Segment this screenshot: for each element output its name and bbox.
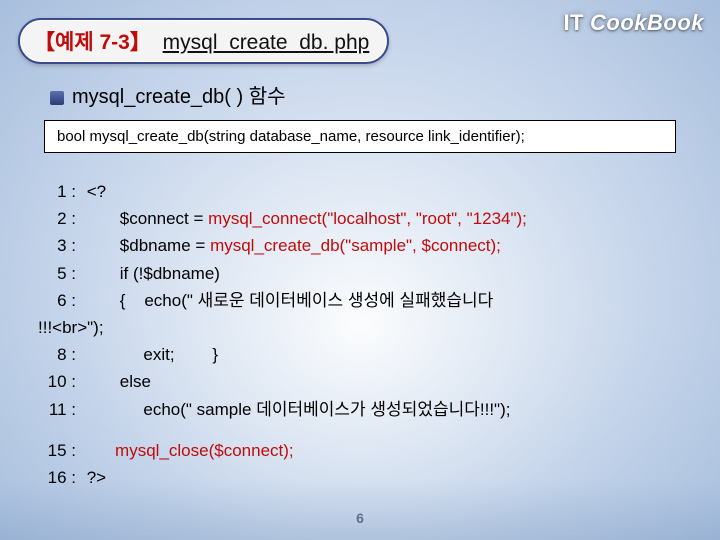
brand-cookbook: CookBook (590, 10, 704, 35)
code-line: echo(" sample 데이터베이스가 생성되었습니다!!!"); (82, 400, 510, 419)
lineno: 10 : (38, 368, 82, 395)
code-line: exit; } (82, 345, 218, 364)
example-badge: 【예제 7-3】 mysql_create_db. php (18, 18, 389, 64)
bullet-icon (50, 91, 64, 105)
code-line: $dbname = (82, 236, 210, 255)
lineno: 16 : (38, 464, 82, 491)
brand-logo: ITCookBook (563, 10, 704, 36)
brand-it: IT (563, 10, 584, 35)
lineno: 2 : (38, 205, 82, 232)
lineno: 11 : (38, 396, 82, 423)
code-line: ?> (82, 468, 106, 487)
code-highlight: mysql_create_db("sample", $connect); (210, 236, 501, 255)
code-line: <? (82, 182, 106, 201)
lineno: 15 : (38, 437, 82, 464)
code-block: 1 : <? 2 : $connect = mysql_connect("loc… (38, 178, 688, 491)
code-line: !!!<br>"); (38, 318, 104, 337)
bullet-text: mysql_create_db( ) 함수 (72, 86, 286, 108)
lineno: 8 : (38, 341, 82, 368)
lineno: 1 : (38, 178, 82, 205)
function-signature: bool mysql_create_db(string database_nam… (57, 128, 525, 145)
code-highlight: mysql_close($connect); (82, 441, 294, 460)
page-number: 6 (0, 510, 720, 526)
lineno: 5 : (38, 260, 82, 287)
code-line: { echo(" 새로운 데이터베이스 생성에 실패했습니다 (82, 291, 493, 310)
section-bullet: mysql_create_db( ) 함수 (50, 80, 286, 109)
code-highlight: mysql_connect("localhost", "root", "1234… (208, 209, 527, 228)
function-signature-box: bool mysql_create_db(string database_nam… (44, 120, 676, 153)
code-line: else (82, 372, 151, 391)
lineno: 3 : (38, 232, 82, 259)
code-line: $connect = (82, 209, 208, 228)
code-line: if (!$dbname) (82, 264, 220, 283)
example-label: 【예제 7-3】 (34, 31, 151, 54)
example-filename: mysql_create_db. php (163, 31, 370, 54)
lineno: 6 : (38, 287, 82, 314)
